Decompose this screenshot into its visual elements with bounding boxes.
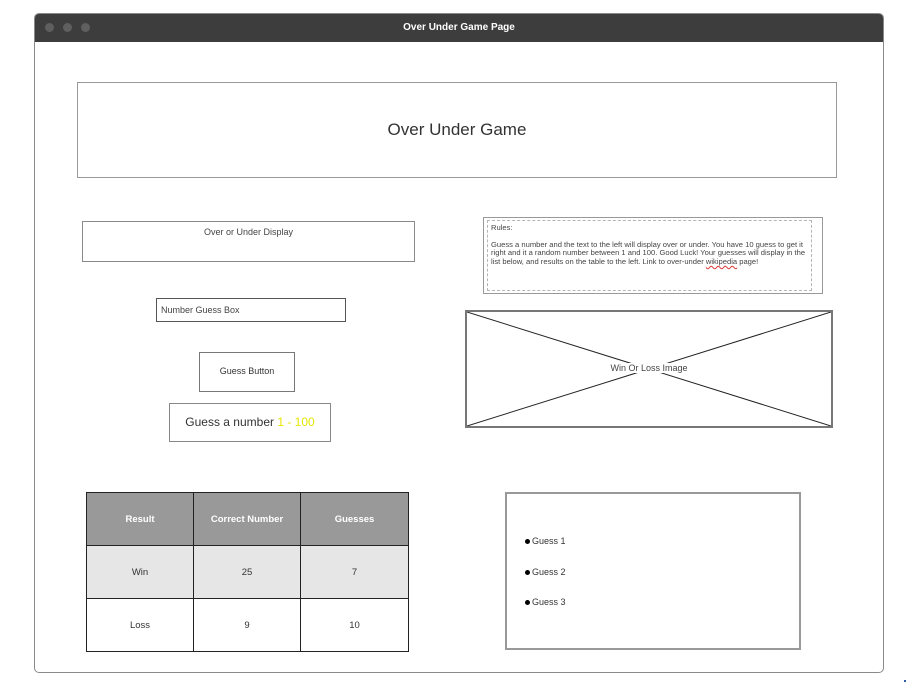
table-row: Win 25 7 — [86, 545, 409, 599]
guess-list-panel: Guess 1 Guess 2 Guess 3 — [505, 492, 801, 650]
results-table: Result Correct Number Guesses Win 25 7 L… — [86, 492, 409, 652]
guess-range-label: 1 - 100 — [277, 415, 315, 429]
column-header-result: Result — [86, 492, 194, 546]
bullet-icon — [525, 600, 530, 605]
over-under-display: Over or Under Display — [82, 221, 415, 262]
guess-prompt-label: Guess a number — [185, 415, 274, 429]
title-bar: Over Under Game Page — [35, 14, 883, 42]
bullet-icon — [525, 539, 530, 544]
cell-guesses: 10 — [300, 598, 409, 652]
rules-title: Rules: — [491, 223, 513, 232]
table-header-row: Result Correct Number Guesses — [86, 492, 409, 546]
rules-text-end: page! — [737, 257, 759, 267]
rules-body: Guess a number and the text to the left … — [491, 240, 808, 267]
list-item: Guess 1 — [507, 536, 566, 567]
guess-item-label: Guess 1 — [532, 536, 566, 546]
guess-button-label: Guess Button — [219, 366, 275, 376]
cell-correct-number: 9 — [193, 598, 301, 652]
win-loss-image-placeholder: Win Or Loss Image — [465, 310, 833, 428]
wikipedia-link[interactable]: wikipedia — [706, 257, 737, 266]
image-placeholder-label: Win Or Loss Image — [609, 363, 689, 373]
page-title: Over Under Game — [387, 120, 527, 139]
cell-correct-number: 25 — [193, 545, 301, 599]
rules-text-area: Rules: Guess a number and the text to th… — [487, 220, 812, 291]
page-header: Over Under Game — [77, 82, 837, 178]
cell-result: Win — [86, 545, 194, 599]
app-window: Over Under Game Page Over Under Game Ove… — [34, 13, 884, 673]
bullet-icon — [525, 569, 530, 575]
column-header-correct-number: Correct Number — [193, 492, 301, 546]
list-item: Guess 2 — [507, 567, 566, 598]
guess-prompt: Guess a number 1 - 100 — [169, 403, 331, 442]
list-item: Guess 3 — [507, 597, 566, 628]
window-title: Over Under Game Page — [403, 22, 515, 33]
resize-handle-dot — [904, 680, 906, 682]
over-under-display-label: Over or Under Display — [203, 227, 294, 237]
number-guess-placeholder: Number Guess Box — [161, 305, 240, 315]
rules-panel: Rules: Guess a number and the text to th… — [483, 217, 823, 294]
number-guess-input[interactable]: Number Guess Box — [156, 298, 346, 322]
cell-guesses: 7 — [300, 545, 409, 599]
table-row: Loss 9 10 — [86, 598, 409, 652]
guess-item-label: Guess 3 — [532, 597, 566, 607]
guess-list: Guess 1 Guess 2 Guess 3 — [507, 536, 566, 628]
guess-button[interactable]: Guess Button — [199, 352, 295, 392]
cell-result: Loss — [86, 598, 194, 652]
guess-item-label: Guess 2 — [532, 566, 566, 577]
column-header-guesses: Guesses — [300, 492, 409, 546]
